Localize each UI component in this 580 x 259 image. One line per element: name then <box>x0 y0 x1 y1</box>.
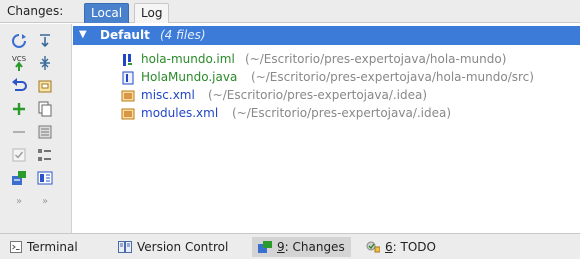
file-path: (~/Escritorio/pres-expertojava/.idea) <box>232 106 452 120</box>
tab-log[interactable]: Log <box>134 3 170 23</box>
changes-icon <box>258 241 272 256</box>
file-row-modules-xml[interactable]: modules.xml (~/Escritorio/pres-expertoja… <box>121 105 571 123</box>
more-icon[interactable]: » <box>34 190 56 212</box>
file-row-hola-mundo-iml[interactable]: hola-mundo.iml (~/Escritorio/pres-expert… <box>121 51 571 69</box>
refresh-icon[interactable] <box>8 30 30 52</box>
tab-local[interactable]: Local <box>84 3 130 23</box>
changes-toolbar: VCS » » <box>0 24 72 233</box>
xml-file-icon <box>121 107 135 121</box>
version-control-tool-button[interactable]: Version Control <box>112 237 234 257</box>
changes-label: Changes: <box>7 4 64 18</box>
file-path: (~/Escritorio/pres-expertojava/.idea) <box>208 88 428 102</box>
changes-mnemonic: 9 <box>277 240 285 254</box>
changelist-count: (4 files) <box>160 28 206 42</box>
iml-file-icon <box>121 53 135 67</box>
diff-icon[interactable] <box>34 121 56 143</box>
changelist-icon[interactable] <box>34 75 56 97</box>
vcs-icon <box>118 241 132 256</box>
shelve-icon[interactable] <box>8 167 30 189</box>
todo-mnemonic: 6 <box>385 240 393 254</box>
more-icon[interactable]: » <box>8 190 30 212</box>
file-name: modules.xml <box>141 106 219 120</box>
preview-icon[interactable] <box>34 167 56 189</box>
more-glyph: » <box>41 195 49 207</box>
terminal-icon <box>10 241 22 256</box>
add-icon[interactable] <box>8 98 30 120</box>
chevron-down-icon[interactable]: ▼ <box>79 29 87 40</box>
tool-window-bar: Terminal Version Control 9: Changes 6: T… <box>0 233 580 259</box>
file-name: hola-mundo.iml <box>141 52 235 66</box>
file-row-holamundo-java[interactable]: HolaMundo.java (~/Escritorio/pres-expert… <box>121 69 571 87</box>
file-path: (~/Escritorio/pres-expertojava/hola-mund… <box>251 70 534 84</box>
terminal-tool-button[interactable]: Terminal <box>4 237 84 257</box>
more-glyph: » <box>15 195 23 207</box>
file-path: (~/Escritorio/pres-expertojava/hola-mund… <box>245 52 507 66</box>
changelist-default[interactable]: ▼ Default (4 files) <box>73 26 580 45</box>
todo-icon <box>366 241 381 256</box>
changelist-name: Default <box>100 28 150 42</box>
expand-all-icon[interactable] <box>34 30 56 52</box>
copy-icon[interactable] <box>34 98 56 120</box>
group-by-icon[interactable] <box>34 144 56 166</box>
changes-header: Changes: Local Log <box>0 0 580 23</box>
todo-label: : TODO <box>392 240 436 254</box>
java-file-icon <box>121 71 135 85</box>
changes-label: : Changes <box>284 240 345 254</box>
rollback-icon[interactable] <box>8 75 30 97</box>
minus-icon[interactable] <box>8 121 30 143</box>
changes-tool-button[interactable]: 9: Changes <box>252 237 351 257</box>
changes-tree: ▼ Default (4 files) hola-mundo.iml (~/Es… <box>73 24 580 233</box>
todo-tool-button[interactable]: 6: TODO <box>360 237 442 257</box>
version-control-label: Version Control <box>137 240 229 254</box>
file-name: HolaMundo.java <box>141 70 238 84</box>
checkbox-icon[interactable] <box>8 144 30 166</box>
collapse-all-icon[interactable] <box>34 52 56 74</box>
file-row-misc-xml[interactable]: misc.xml (~/Escritorio/pres-expertojava/… <box>121 87 571 105</box>
vcs-update-icon[interactable]: VCS <box>8 52 30 74</box>
file-name: misc.xml <box>141 88 195 102</box>
terminal-label: Terminal <box>27 240 78 254</box>
xml-file-icon <box>121 89 135 103</box>
